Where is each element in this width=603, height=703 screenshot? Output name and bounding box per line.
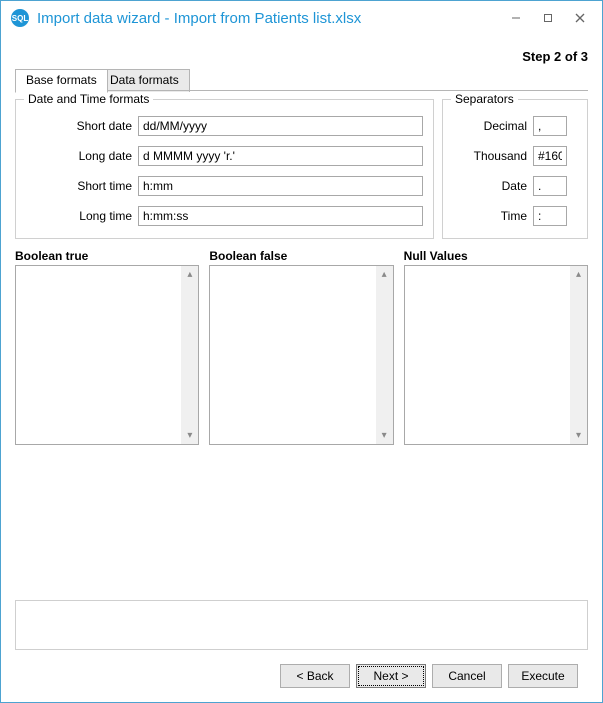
tab-base-formats[interactable]: Base formats — [15, 69, 108, 93]
wizard-window: SQL Import data wizard - Import from Pat… — [0, 0, 603, 703]
step-indicator: Step 2 of 3 — [1, 35, 602, 66]
thousand-input[interactable] — [533, 146, 567, 166]
titlebar: SQL Import data wizard - Import from Pat… — [1, 1, 602, 35]
window-title: Import data wizard - Import from Patient… — [37, 10, 361, 27]
boolean-true-label: Boolean true — [15, 249, 199, 263]
time-sep-input[interactable] — [533, 206, 567, 226]
client-area: Base formats Data formats Date and Time … — [15, 69, 588, 642]
cancel-button[interactable]: Cancel — [432, 664, 502, 688]
execute-button[interactable]: Execute — [508, 664, 578, 688]
boolean-false-scrollbar[interactable]: ▴ ▾ — [376, 266, 393, 444]
long-date-label: Long date — [26, 149, 138, 163]
scroll-up-icon[interactable]: ▴ — [181, 266, 198, 283]
short-time-input[interactable] — [138, 176, 423, 196]
scroll-up-icon[interactable]: ▴ — [376, 266, 393, 283]
thousand-label: Thousand — [453, 149, 533, 163]
minimize-button[interactable] — [502, 8, 530, 28]
date-sep-label: Date — [453, 179, 533, 193]
datetime-formats-group: Date and Time formats Short date Long da… — [15, 99, 434, 239]
short-date-input[interactable] — [138, 116, 423, 136]
datetime-group-title: Date and Time formats — [24, 92, 153, 106]
long-date-input[interactable] — [138, 146, 423, 166]
next-button[interactable]: Next > — [356, 664, 426, 688]
time-sep-label: Time — [453, 209, 533, 223]
scroll-up-icon[interactable]: ▴ — [570, 266, 587, 283]
long-time-input[interactable] — [138, 206, 423, 226]
tab-data-formats[interactable]: Data formats — [99, 69, 190, 92]
separators-group: Separators Decimal Thousand Date Time — [442, 99, 588, 239]
back-button[interactable]: < Back — [280, 664, 350, 688]
boolean-true-scrollbar[interactable]: ▴ ▾ — [181, 266, 198, 444]
null-values-scrollbar[interactable]: ▴ ▾ — [570, 266, 587, 444]
date-sep-input[interactable] — [533, 176, 567, 196]
scroll-down-icon[interactable]: ▾ — [570, 427, 587, 444]
value-lists-row: Boolean true ▴ ▾ Boolean false ▴ — [15, 249, 588, 445]
separators-group-title: Separators — [451, 92, 518, 106]
short-date-label: Short date — [26, 119, 138, 133]
app-logo-icon: SQL — [11, 9, 29, 27]
long-time-label: Long time — [26, 209, 138, 223]
log-box — [15, 600, 588, 650]
tabs-row: Base formats Data formats — [15, 69, 588, 91]
close-button[interactable] — [566, 8, 594, 28]
null-values-label: Null Values — [404, 249, 588, 263]
boolean-false-listbox[interactable]: ▴ ▾ — [209, 265, 393, 445]
null-values-listbox[interactable]: ▴ ▾ — [404, 265, 588, 445]
boolean-true-listbox[interactable]: ▴ ▾ — [15, 265, 199, 445]
scroll-down-icon[interactable]: ▾ — [181, 427, 198, 444]
boolean-false-label: Boolean false — [209, 249, 393, 263]
decimal-input[interactable] — [533, 116, 567, 136]
wizard-buttons: < Back Next > Cancel Execute — [280, 664, 578, 688]
decimal-label: Decimal — [453, 119, 533, 133]
short-time-label: Short time — [26, 179, 138, 193]
maximize-button[interactable] — [534, 8, 562, 28]
scroll-down-icon[interactable]: ▾ — [376, 427, 393, 444]
